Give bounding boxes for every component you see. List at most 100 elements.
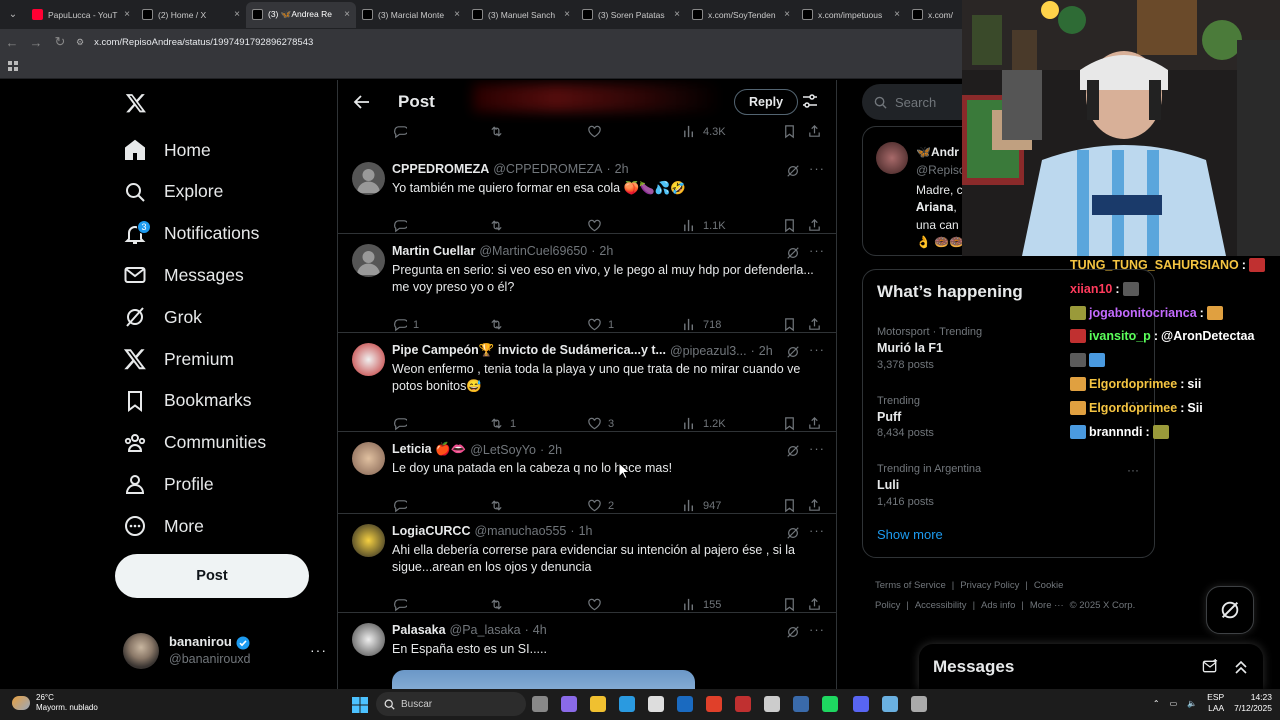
- new-message-icon[interactable]: [1202, 658, 1219, 675]
- messages-drawer[interactable]: Messages: [919, 644, 1263, 689]
- author-handle[interactable]: @CPPEDROMEZA: [493, 162, 602, 176]
- close-icon[interactable]: ×: [674, 9, 680, 20]
- repost-button[interactable]: [489, 597, 510, 612]
- show-more-link[interactable]: Show more: [877, 527, 943, 542]
- footer-link[interactable]: More ···: [1030, 600, 1064, 611]
- reply-tweet[interactable]: LogiaCURCC @manuchao555 · 1h ··· Ahi ella deb…: [338, 514, 836, 613]
- views-button[interactable]: 718: [682, 317, 721, 332]
- grok-explain-icon[interactable]: [786, 444, 800, 458]
- chevron-up-icon[interactable]: ⌃: [1153, 699, 1160, 708]
- views-button[interactable]: 947: [682, 498, 721, 513]
- url-field[interactable]: x.com/RepisoAndrea/status/19974917928962…: [94, 37, 313, 48]
- avatar[interactable]: [352, 442, 385, 475]
- author-name[interactable]: CPPEDROMEZA: [392, 162, 489, 176]
- volume-icon[interactable]: 🔈: [1187, 699, 1197, 708]
- bookmark-button[interactable]: [782, 317, 797, 332]
- sidebar-item-communities[interactable]: Communities: [123, 423, 266, 463]
- edge-icon[interactable]: [619, 696, 635, 712]
- footer-link[interactable]: Ads info: [981, 600, 1015, 611]
- task-view-icon[interactable]: [532, 696, 548, 712]
- close-icon[interactable]: ×: [234, 9, 240, 20]
- browser-tab[interactable]: (3) Soren Patatas ×: [576, 2, 686, 28]
- trend-item[interactable]: Motorsport · Trending Murió la F1 3,378 po…: [877, 325, 1139, 373]
- more-dots-icon[interactable]: ···: [809, 622, 825, 637]
- bookmark-button[interactable]: [782, 218, 797, 233]
- like-button[interactable]: 2: [587, 498, 614, 513]
- tweet-time[interactable]: 2h: [599, 244, 613, 258]
- sidebar-item-messages[interactable]: Messages: [123, 255, 244, 295]
- browser-tab[interactable]: (3) 🦋Andrea Re ×: [246, 1, 356, 28]
- browser-tab[interactable]: x.com/impetuous ×: [796, 2, 906, 28]
- author-name[interactable]: LogiaCURCC: [392, 524, 470, 538]
- reload-icon[interactable]: ↻: [48, 30, 72, 54]
- steam-icon[interactable]: [793, 696, 809, 712]
- site-info-icon[interactable]: ⚙: [76, 37, 84, 48]
- trend-item[interactable]: Trending in Argentina Luli 1,416 posts ···: [877, 462, 1139, 510]
- reply-tweet[interactable]: Pipe Campeón🏆 invicto de Sudámerica...y …: [338, 333, 836, 432]
- footer-link[interactable]: Terms of Service: [875, 580, 946, 591]
- post-button[interactable]: Post: [115, 554, 309, 598]
- author-name[interactable]: Pipe Campeón🏆 invicto de Sudámerica...y …: [392, 343, 666, 358]
- network-icon[interactable]: ▭: [1170, 699, 1178, 708]
- footer-link[interactable]: Privacy Policy: [960, 580, 1019, 591]
- grok-button[interactable]: [1206, 586, 1254, 634]
- tweet-time[interactable]: 4h: [533, 623, 547, 637]
- chrome-icon[interactable]: [706, 696, 722, 712]
- author-handle[interactable]: @manuchao555: [474, 524, 566, 538]
- close-icon[interactable]: ×: [454, 9, 460, 20]
- avatar[interactable]: [352, 623, 385, 656]
- tweet-time[interactable]: 2h: [548, 443, 562, 457]
- sidebar-item-bookmarks[interactable]: Bookmarks: [123, 381, 252, 421]
- tweet-media-image[interactable]: [392, 670, 695, 689]
- author-handle[interactable]: @MartinCuel69650: [479, 244, 587, 258]
- avatar[interactable]: [352, 162, 385, 195]
- apps-grid-icon[interactable]: [8, 61, 19, 72]
- clock[interactable]: 14:23 7/12/2025: [1234, 692, 1272, 714]
- footer-link[interactable]: © 2025 X Corp.: [1070, 600, 1136, 611]
- reply-button[interactable]: 1: [392, 317, 419, 332]
- app-icon[interactable]: [882, 696, 898, 712]
- back-arrow-icon[interactable]: ←: [0, 30, 24, 54]
- author-name[interactable]: Leticia 🍎👄: [392, 442, 466, 457]
- footer-link[interactable]: Accessibility: [915, 600, 967, 611]
- close-icon[interactable]: ×: [124, 9, 130, 20]
- views-button[interactable]: 4.3K: [682, 124, 726, 139]
- author-name[interactable]: Martin Cuellar: [392, 244, 475, 258]
- browser-tab[interactable]: x.com/SoyTenden ×: [686, 2, 796, 28]
- spotify-icon[interactable]: [822, 696, 838, 712]
- sidebar-item-notifications[interactable]: 3 Notifications: [123, 214, 259, 254]
- author-handle[interactable]: @Pa_lasaka: [450, 623, 521, 637]
- avatar[interactable]: [352, 524, 385, 557]
- browser-tab[interactable]: (3) Manuel Sanch ×: [466, 2, 576, 28]
- share-button[interactable]: [807, 597, 822, 612]
- share-button[interactable]: [807, 124, 822, 139]
- store-icon[interactable]: [648, 696, 664, 712]
- reply-tweet[interactable]: Leticia 🍎👄 @LetSoyYo · 2h ··· Le doy una pata…: [338, 432, 836, 514]
- views-button[interactable]: 1.1K: [682, 218, 726, 233]
- tweet-time[interactable]: 2h: [759, 344, 773, 358]
- copilot-icon[interactable]: [561, 696, 577, 712]
- bookmark-button[interactable]: [782, 597, 797, 612]
- close-icon[interactable]: ×: [894, 9, 900, 20]
- reply-button[interactable]: [392, 597, 413, 612]
- like-button[interactable]: [587, 124, 602, 139]
- more-dots-icon[interactable]: ···: [809, 161, 825, 176]
- avatar[interactable]: [352, 244, 385, 277]
- close-icon[interactable]: ×: [564, 9, 570, 20]
- sidebar-item-home[interactable]: Home: [123, 130, 211, 170]
- browser-tab[interactable]: PapuLucca - YouT ×: [26, 2, 136, 28]
- browser-tab[interactable]: (2) Home / X ×: [136, 2, 246, 28]
- sidebar-item-more[interactable]: More: [123, 506, 204, 546]
- more-dots-icon[interactable]: ···: [809, 243, 825, 258]
- avatar[interactable]: [352, 343, 385, 376]
- file-explorer-icon[interactable]: [590, 696, 606, 712]
- grok-explain-icon[interactable]: [786, 246, 800, 260]
- repost-button[interactable]: [489, 498, 510, 513]
- grok-explain-icon[interactable]: [786, 345, 800, 359]
- author-handle[interactable]: @pipeazul3...: [670, 344, 747, 358]
- repost-button[interactable]: 1: [489, 416, 516, 431]
- reply-button[interactable]: Reply: [734, 89, 799, 115]
- filter-sliders-icon[interactable]: [802, 93, 818, 109]
- weather-widget[interactable]: 26°C Mayorm. nublado: [12, 693, 98, 714]
- like-button[interactable]: 1: [587, 317, 614, 332]
